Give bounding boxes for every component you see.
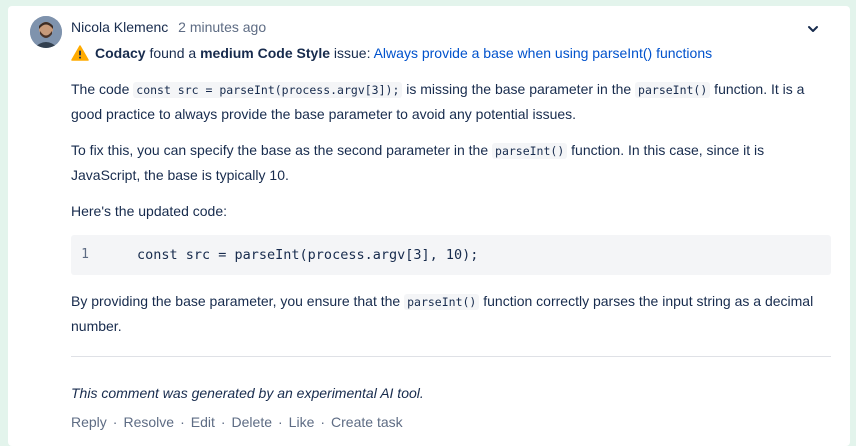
reply-action[interactable]: Reply — [71, 414, 107, 430]
inline-code: parseInt() — [404, 294, 480, 310]
timestamp[interactable]: 2 minutes ago — [178, 19, 266, 35]
inline-code: const src = parseInt(process.argv[3]); — [133, 82, 403, 98]
separator: · — [112, 414, 118, 430]
separator: · — [180, 414, 185, 430]
body-text: To fix this, you can specify the base as… — [71, 142, 493, 158]
comment-body: The code const src = parseInt(process.ar… — [71, 77, 831, 350]
divider — [71, 356, 831, 357]
issue-headline: Codacy found a medium Code Style issue: … — [71, 44, 712, 62]
inline-code: parseInt() — [492, 143, 568, 159]
tool-name: Codacy — [95, 45, 146, 61]
body-text: By providing the base parameter, you ens… — [71, 293, 405, 309]
comment-card: Nicola Klemenc 2 minutes ago Codacy foun… — [8, 6, 850, 446]
author-name[interactable]: Nicola Klemenc — [71, 19, 168, 35]
line-number: 1 — [81, 247, 89, 262]
headline-text: issue: — [330, 45, 374, 61]
separator: · — [220, 414, 226, 430]
avatar[interactable] — [30, 16, 62, 48]
code-line: const src = parseInt(process.argv[3], 10… — [137, 247, 479, 263]
paragraph: To fix this, you can specify the base as… — [71, 138, 831, 187]
paragraph: Here's the updated code: — [71, 203, 228, 219]
comment-actions: Reply · Resolve · Edit · Delete · Like · Create ta… — [71, 414, 403, 430]
body-text: The code — [71, 81, 134, 97]
headline-text: found a — [145, 45, 201, 61]
code-block: 1 const src = parseInt(process.argv[3], … — [71, 235, 831, 275]
paragraph: The code const src = parseInt(process.ar… — [71, 77, 831, 126]
create-task-action[interactable]: Create task — [331, 414, 403, 430]
comment-header: Nicola Klemenc 2 minutes ago — [71, 18, 266, 36]
resolve-action[interactable]: Resolve — [123, 414, 174, 430]
warning-icon — [71, 45, 89, 61]
separator: · — [320, 414, 326, 430]
like-action[interactable]: Like — [289, 414, 315, 430]
edit-action[interactable]: Edit — [191, 414, 215, 430]
paragraph: By providing the base parameter, you ens… — [71, 289, 831, 338]
issue-link[interactable]: Always provide a base when using parseIn… — [374, 45, 713, 61]
severity-label: medium Code Style — [200, 45, 330, 61]
delete-action[interactable]: Delete — [232, 414, 272, 430]
body-text: is missing the base parameter in the — [402, 81, 636, 97]
ai-disclaimer: This comment was generated by an experim… — [71, 385, 424, 401]
chevron-down-icon[interactable] — [806, 22, 820, 36]
inline-code: parseInt() — [635, 82, 711, 98]
avatar-image — [30, 16, 62, 48]
separator: · — [278, 414, 283, 430]
